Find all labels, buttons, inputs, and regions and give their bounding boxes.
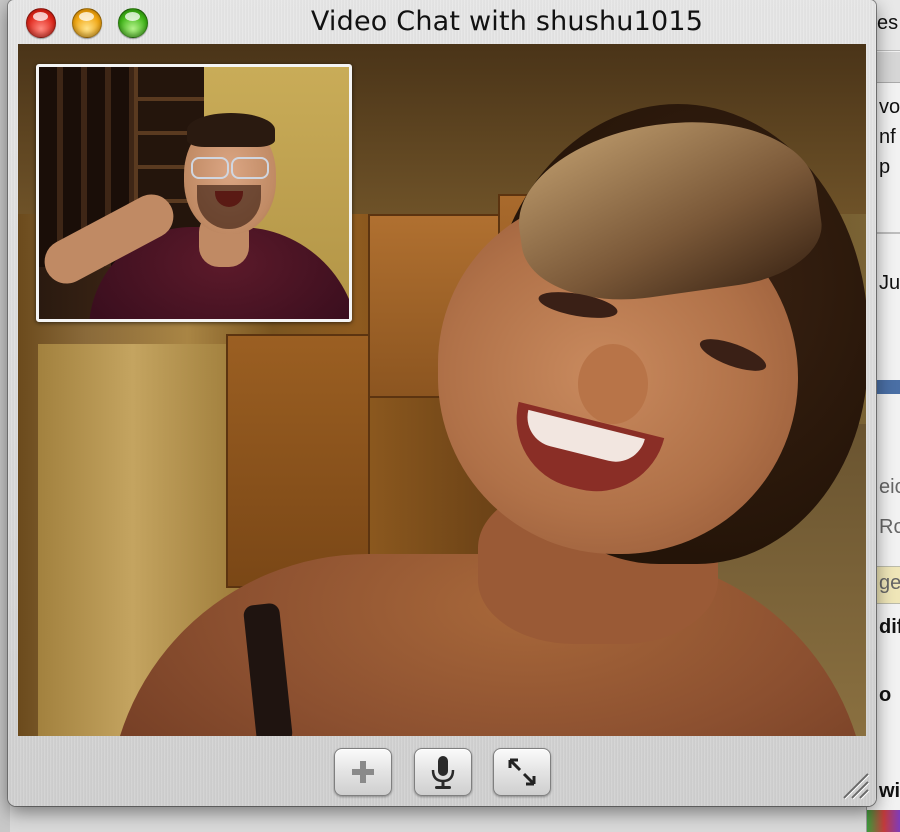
microphone-icon [431,756,455,789]
resize-grip-icon[interactable] [836,766,870,800]
fullscreen-button[interactable] [493,748,551,796]
self-view-preview[interactable] [36,64,352,322]
preview-person-glasses [231,157,269,179]
title-bar[interactable]: Video Chat with shushu1015 [8,0,876,44]
background-text: wi [879,780,900,802]
background-text: dif [879,616,900,638]
mute-button[interactable] [414,748,472,796]
background-dock-strip [867,810,900,832]
window-title: Video Chat with shushu1015 [310,6,704,37]
plus-icon [352,761,374,783]
minimize-button[interactable] [72,8,102,38]
bottom-toolbar [8,736,876,806]
zoom-button[interactable] [118,8,148,38]
expand-arrows-icon [508,758,536,786]
background-text: es [877,12,899,34]
video-chat-window: Video Chat with shushu1015 [8,0,876,806]
close-button[interactable] [26,8,56,38]
video-person-nose [578,344,648,424]
video-cabinet [226,334,370,588]
background-text: Ro [879,516,900,538]
preview-person-glasses [191,157,229,179]
background-text: vo [879,96,900,118]
background-text: ge [879,572,900,594]
background-text: p [879,156,891,178]
background-text: eic [879,476,900,498]
background-text: Ju [879,272,900,294]
background-text: nf [879,126,896,148]
add-participant-button[interactable] [334,748,392,796]
preview-person-hair [187,113,275,147]
background-text: o [879,684,892,706]
